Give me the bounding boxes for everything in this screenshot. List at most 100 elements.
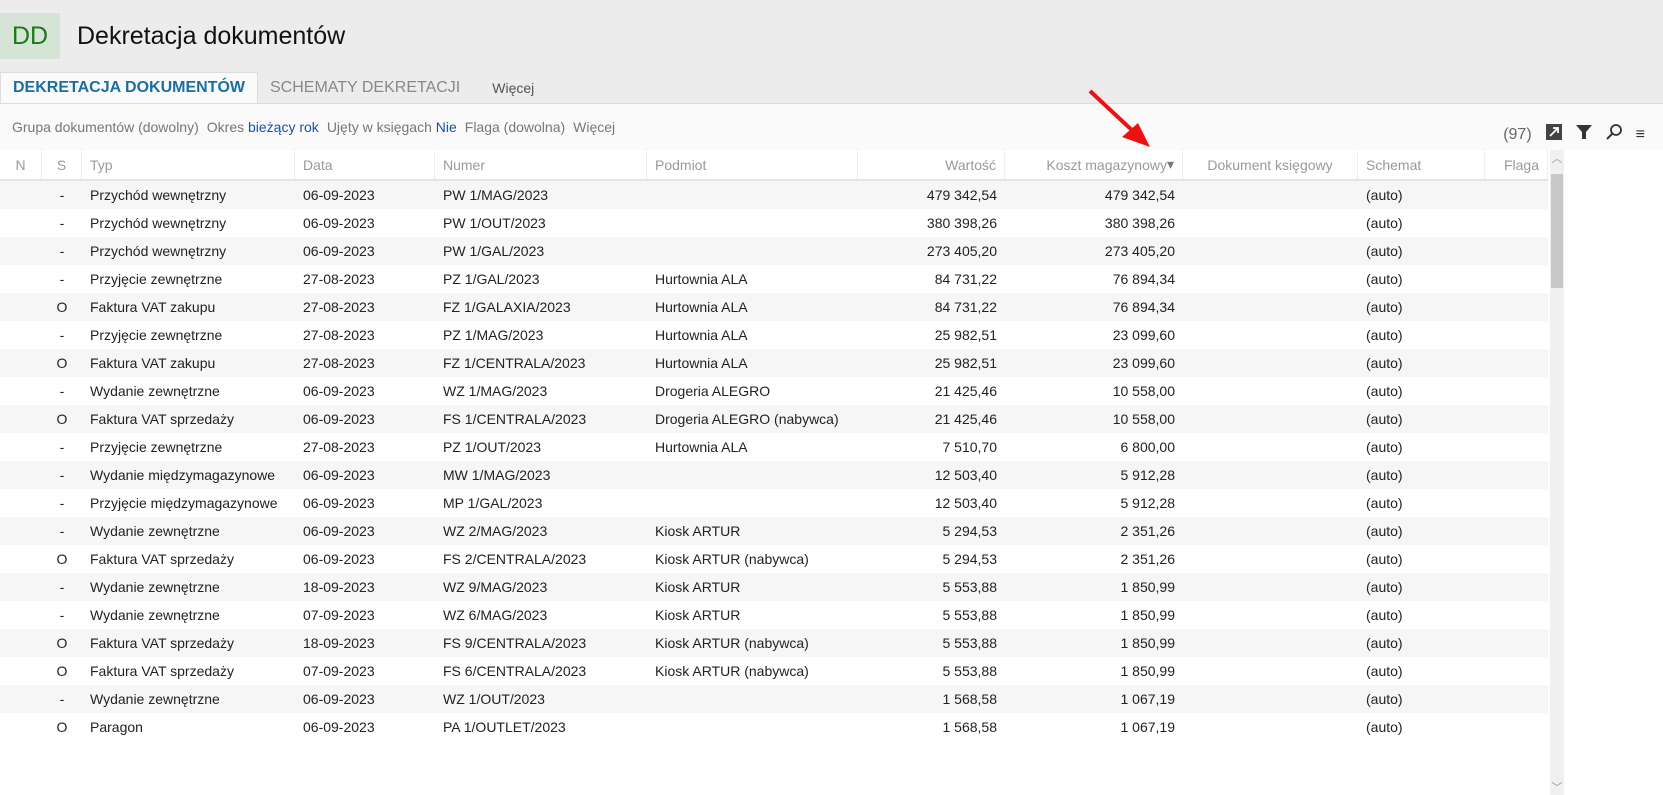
tab-dekretacja-dokumentow[interactable]: DEKRETACJA DOKUMENTÓW xyxy=(0,72,258,103)
cell-koszt-magazynowy: 380 398,26 xyxy=(1104,215,1175,231)
cell-koszt-magazynowy: 479 342,54 xyxy=(1104,187,1175,203)
column-header-flaga[interactable]: Flaga xyxy=(1485,150,1548,179)
cell-wartosc: 5 294,53 xyxy=(942,551,998,567)
cell-podmiot: Hurtownia ALA xyxy=(655,327,748,343)
cell-s: - xyxy=(59,607,65,623)
cell-koszt-magazynowy: 1 850,99 xyxy=(1120,579,1176,595)
table-row[interactable]: - Wydanie międzymagazynowe 06-09-2023 MW 1/… xyxy=(0,461,1548,489)
cell-wartosc: 7 510,70 xyxy=(942,439,998,455)
table-row[interactable]: - Wydanie zewnętrzne 18-09-2023 WZ 9/MAG/20… xyxy=(0,573,1548,601)
table-row[interactable]: O Faktura VAT sprzedaży 18-09-2023 FS 9/CEN… xyxy=(0,629,1548,657)
cell-schemat: (auto) xyxy=(1366,271,1403,287)
column-header-label: Schemat xyxy=(1366,156,1422,173)
table-row[interactable]: - Wydanie zewnętrzne 06-09-2023 WZ 2/MAG/20… xyxy=(0,517,1548,545)
column-header-wartosc[interactable]: Wartość xyxy=(858,150,1005,179)
cell-podmiot: Drogeria ALEGRO xyxy=(655,383,771,399)
cell-podmiot: Hurtownia ALA xyxy=(655,299,748,315)
table-row[interactable]: - Przychód wewnętrzny 06-09-2023 PW 1/MAG/2… xyxy=(0,181,1548,209)
table-row[interactable]: - Przyjęcie międzymagazynowe 06-09-2023 MP … xyxy=(0,489,1548,517)
column-header-n[interactable]: N xyxy=(0,150,42,179)
cell-schemat: (auto) xyxy=(1366,383,1403,399)
table-row[interactable]: O Faktura VAT sprzedaży 06-09-2023 FS 1/CEN… xyxy=(0,405,1548,433)
cell-koszt-magazynowy: 1 850,99 xyxy=(1120,607,1176,623)
column-header-schemat[interactable]: Schemat xyxy=(1358,150,1485,179)
cell-schemat: (auto) xyxy=(1366,607,1403,623)
cell-typ: Przyjęcie zewnętrzne xyxy=(90,439,223,455)
filter-more[interactable]: Więcej xyxy=(573,119,615,135)
cell-s: - xyxy=(59,187,65,203)
red-arrow-annotation xyxy=(1088,89,1150,147)
cell-wartosc: 12 503,40 xyxy=(934,467,997,483)
table-row[interactable]: O Faktura VAT zakupu 27-08-2023 FZ 1/CENTRA… xyxy=(0,349,1548,377)
table-row[interactable]: O Paragon 06-09-2023 PA 1/OUTLET/2023 1 568,… xyxy=(0,713,1548,741)
filter-icon[interactable] xyxy=(1575,124,1592,145)
table-header: N S Typ Data Numer Podmiot Wartość Koszt magazy… xyxy=(0,150,1548,181)
column-header-typ[interactable]: Typ xyxy=(82,150,295,179)
export-icon[interactable] xyxy=(1545,124,1562,145)
table-row[interactable]: - Przyjęcie zewnętrzne 27-08-2023 PZ 1/MAG/… xyxy=(0,321,1548,349)
cell-typ: Przyjęcie zewnętrzne xyxy=(90,271,223,287)
cell-s: O xyxy=(56,719,68,735)
cell-data: 06-09-2023 xyxy=(303,383,375,399)
table-row[interactable]: - Przyjęcie zewnętrzne 27-08-2023 PZ 1/OUT/… xyxy=(0,433,1548,461)
scroll-up-icon[interactable]: ︿ xyxy=(1550,150,1564,170)
table-row[interactable]: - Przychód wewnętrzny 06-09-2023 PW 1/GAL/2… xyxy=(0,237,1548,265)
column-header-label: Flaga xyxy=(1503,156,1539,173)
cell-wartosc: 21 425,46 xyxy=(934,411,997,427)
column-header-dokument-ksiegowy[interactable]: Dokument księgowy xyxy=(1183,150,1358,179)
scroll-down-icon[interactable]: ﹀ xyxy=(1550,779,1564,795)
filter-group[interactable]: Grupa dokumentów (dowolny) xyxy=(12,119,199,135)
filter-booked[interactable]: Ujęty w księgach Nie xyxy=(327,119,457,135)
table-row[interactable]: - Przychód wewnętrzny 06-09-2023 PW 1/OUT/2… xyxy=(0,209,1548,237)
table-row[interactable]: O Faktura VAT sprzedaży 06-09-2023 FS 2/CEN… xyxy=(0,545,1548,573)
filter-booked-label: Ujęty w księgach xyxy=(326,119,432,135)
table-row[interactable]: - Wydanie zewnętrzne 07-09-2023 WZ 6/MAG/20… xyxy=(0,601,1548,629)
table-row[interactable]: - Przyjęcie zewnętrzne 27-08-2023 PZ 1/GAL/… xyxy=(0,265,1548,293)
cell-numer: PZ 1/GAL/2023 xyxy=(443,271,540,287)
table-row[interactable]: - Wydanie zewnętrzne 06-09-2023 WZ 1/MAG/20… xyxy=(0,377,1548,405)
cell-podmiot: Kiosk ARTUR xyxy=(655,523,741,539)
cell-schemat: (auto) xyxy=(1366,355,1403,371)
table-row[interactable]: - Wydanie zewnętrzne 06-09-2023 WZ 1/OUT/20… xyxy=(0,685,1548,713)
filter-flag[interactable]: Flaga (dowolna) xyxy=(465,119,565,135)
cell-schemat: (auto) xyxy=(1366,327,1403,343)
menu-icon[interactable]: ≡ xyxy=(1636,126,1645,144)
tab-more[interactable]: Więcej xyxy=(472,72,554,103)
table-row[interactable]: O Faktura VAT sprzedaży 07-09-2023 FS 6/CEN… xyxy=(0,657,1548,685)
filter-period[interactable]: Okres bieżący rok xyxy=(207,119,319,135)
scrollbar-thumb[interactable] xyxy=(1551,174,1563,288)
record-count: (97) xyxy=(1503,125,1532,143)
cell-numer: PW 1/OUT/2023 xyxy=(443,215,546,231)
app-header: DD Dekretacja dokumentów xyxy=(0,0,1663,72)
search-icon[interactable] xyxy=(1605,124,1622,145)
column-header-label: Data xyxy=(303,156,333,173)
cell-wartosc: 84 731,22 xyxy=(934,299,997,315)
cell-numer: PW 1/MAG/2023 xyxy=(443,187,549,203)
table-row[interactable]: O Faktura VAT zakupu 27-08-2023 FZ 1/GALAXI… xyxy=(0,293,1548,321)
vertical-scrollbar[interactable]: ︿ ﹀ xyxy=(1550,150,1564,795)
cell-koszt-magazynowy: 23 099,60 xyxy=(1112,327,1175,343)
tab-schematy-dekretacji[interactable]: SCHEMATY DEKRETACJI xyxy=(258,72,472,103)
column-header-podmiot[interactable]: Podmiot xyxy=(647,150,858,179)
cell-podmiot: Hurtownia ALA xyxy=(655,271,748,287)
cell-typ: Wydanie zewnętrzne xyxy=(90,607,220,623)
cell-schemat: (auto) xyxy=(1366,719,1403,735)
cell-data: 06-09-2023 xyxy=(303,243,375,259)
cell-typ: Faktura VAT sprzedaży xyxy=(90,551,234,567)
cell-s: - xyxy=(59,495,65,511)
cell-typ: Faktura VAT zakupu xyxy=(90,355,216,371)
cell-typ: Paragon xyxy=(90,719,143,735)
cell-numer: PW 1/GAL/2023 xyxy=(443,243,545,259)
column-header-data[interactable]: Data xyxy=(295,150,435,179)
column-header-numer[interactable]: Numer xyxy=(435,150,647,179)
column-header-s[interactable]: S xyxy=(42,150,82,179)
cell-wartosc: 1 568,58 xyxy=(942,719,998,735)
cell-wartosc: 84 731,22 xyxy=(934,271,997,287)
toolbar: (97) ≡ xyxy=(1503,124,1645,145)
cell-data: 27-08-2023 xyxy=(303,271,375,287)
cell-wartosc: 5 294,53 xyxy=(942,523,998,539)
cell-typ: Faktura VAT zakupu xyxy=(90,299,216,315)
cell-schemat: (auto) xyxy=(1366,635,1403,651)
cell-typ: Faktura VAT sprzedaży xyxy=(90,663,234,679)
cell-typ: Przyjęcie międzymagazynowe xyxy=(90,495,278,511)
